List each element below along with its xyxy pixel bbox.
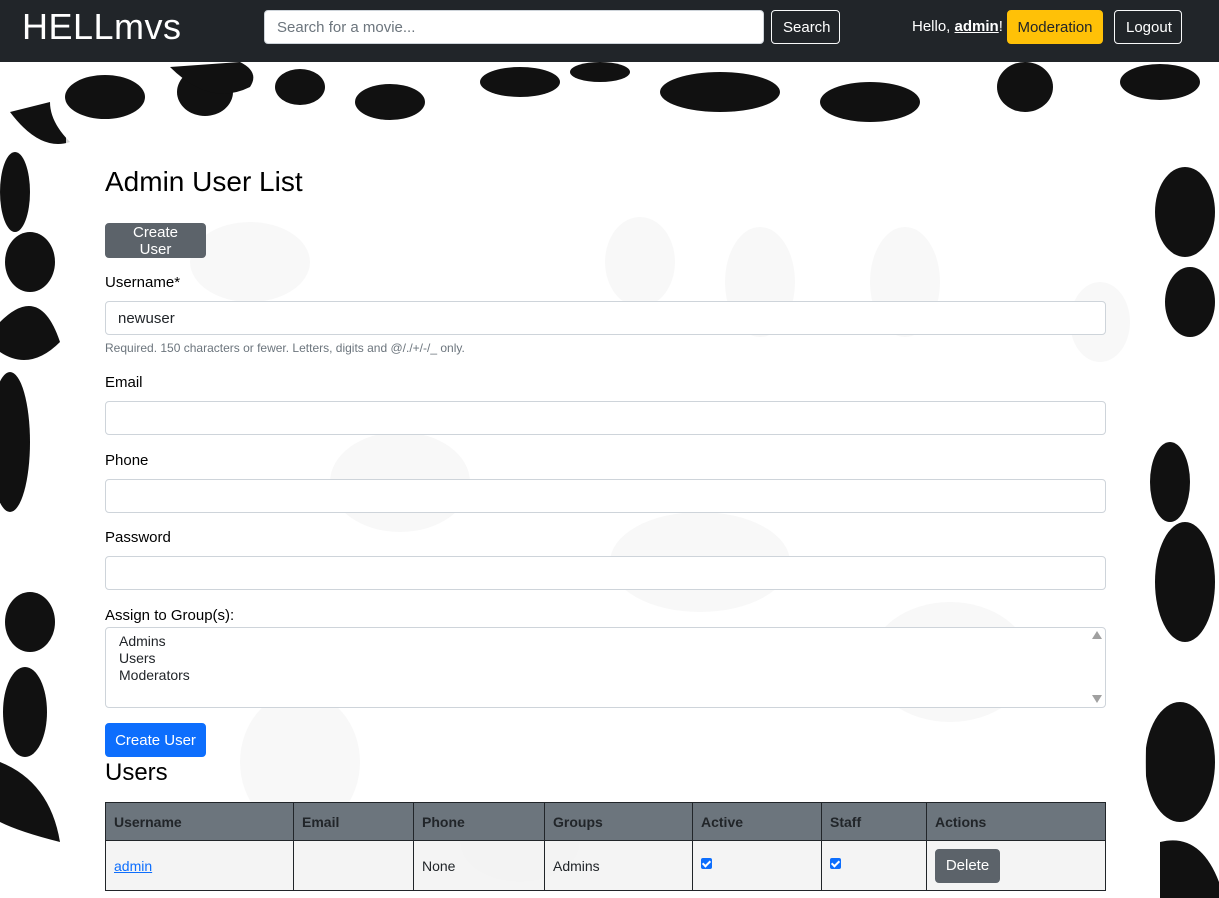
username-field[interactable]: [105, 301, 1106, 335]
submit-create-user-button[interactable]: Create User: [105, 723, 206, 757]
groups-label: Assign to Group(s):: [105, 607, 235, 624]
table-header-row: Username Email Phone Groups Active Staff…: [105, 802, 1106, 841]
staff-checkbox[interactable]: [830, 857, 841, 869]
groups-multiselect[interactable]: Admins Users Moderators: [105, 627, 1106, 708]
movie-search-input[interactable]: [264, 10, 764, 44]
cell-username: admin: [105, 840, 294, 891]
email-label: Email: [105, 374, 143, 391]
column-header-email: Email: [293, 802, 414, 841]
greeting-prefix: Hello,: [912, 18, 955, 35]
group-option-moderators[interactable]: Moderators: [119, 667, 190, 683]
moderation-button[interactable]: Moderation: [1007, 10, 1103, 44]
username-label: Username*: [105, 274, 181, 291]
column-header-staff: Staff: [821, 802, 927, 841]
column-header-actions: Actions: [926, 802, 1106, 841]
password-label: Password: [105, 529, 171, 546]
username-link[interactable]: admin: [955, 18, 999, 35]
column-header-username: Username: [105, 802, 294, 841]
toggle-create-user-button[interactable]: Create User: [105, 223, 206, 258]
top-navbar: HELLmvs Search Hello, admin! Moderation …: [0, 0, 1219, 62]
users-table: Username Email Phone Groups Active Staff…: [105, 802, 1106, 891]
user-link-admin[interactable]: admin: [114, 858, 152, 874]
active-checkbox[interactable]: [701, 857, 712, 869]
greeting-suffix: !: [998, 18, 1003, 35]
brand-logo-text[interactable]: HELLmvs: [22, 6, 182, 48]
logout-button[interactable]: Logout: [1114, 10, 1182, 44]
group-option-admins[interactable]: Admins: [119, 633, 166, 649]
search-button[interactable]: Search: [771, 10, 840, 44]
users-heading: Users: [105, 759, 168, 786]
scroll-down-arrow-icon[interactable]: [1092, 695, 1102, 703]
delete-user-button[interactable]: Delete: [935, 848, 1000, 883]
table-row: admin None Admins Delete: [105, 840, 1106, 891]
cell-active: [692, 840, 822, 891]
column-header-groups: Groups: [544, 802, 693, 841]
main-content-panel: [66, 128, 1146, 898]
column-header-phone: Phone: [413, 802, 545, 841]
cell-groups: Admins: [544, 840, 693, 891]
phone-field[interactable]: [105, 479, 1106, 513]
page-title: Admin User List: [105, 166, 303, 197]
column-header-active: Active: [692, 802, 822, 841]
username-help-text: Required. 150 characters or fewer. Lette…: [105, 341, 465, 355]
group-option-users[interactable]: Users: [119, 650, 156, 666]
scroll-up-arrow-icon[interactable]: [1092, 631, 1102, 639]
user-greeting: Hello, admin!: [912, 18, 1003, 35]
cell-staff: [821, 840, 927, 891]
cell-email: [293, 840, 414, 891]
email-field[interactable]: [105, 401, 1106, 435]
cell-actions: Delete: [926, 840, 1106, 891]
phone-label: Phone: [105, 452, 149, 469]
password-field[interactable]: [105, 556, 1106, 590]
cell-phone: None: [413, 840, 545, 891]
